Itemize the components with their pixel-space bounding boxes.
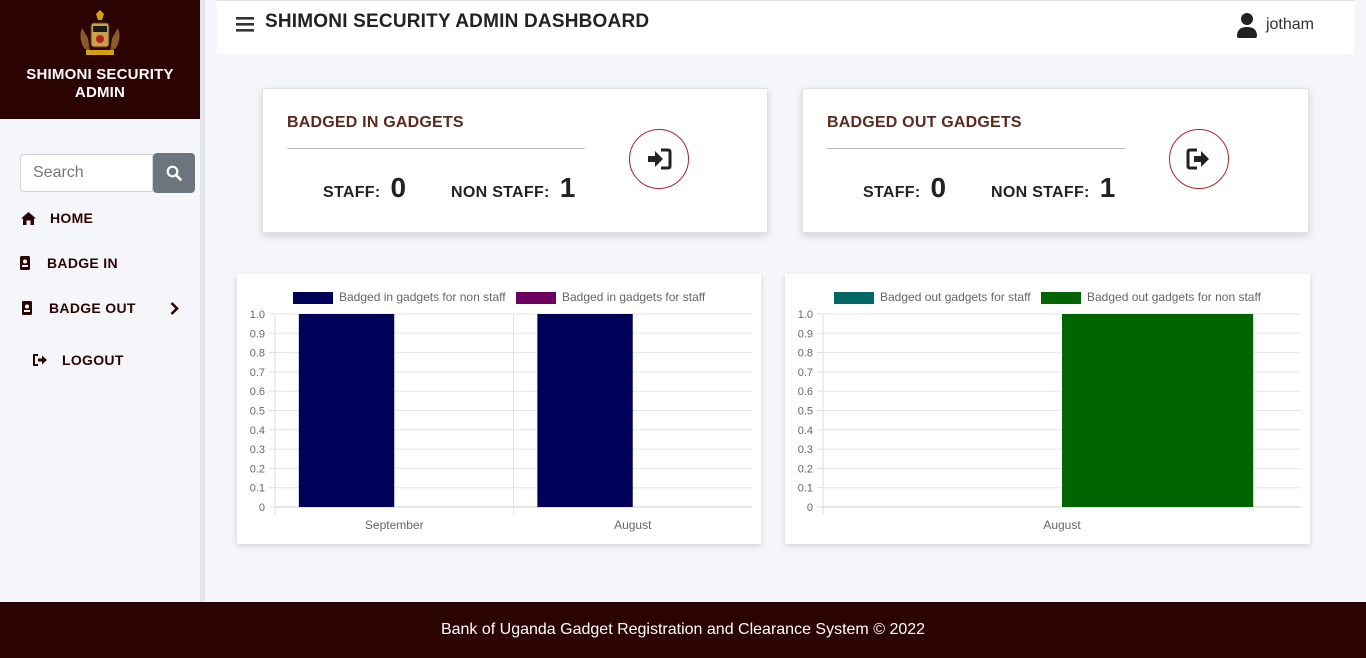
y-tick-label: 0.9 xyxy=(798,328,813,340)
legend-label: Badged out gadgets for staff xyxy=(880,290,1031,304)
sidebar-item-label: BADGE OUT xyxy=(49,300,136,316)
bar xyxy=(537,314,633,507)
bar xyxy=(298,314,395,507)
staff-label: STAFF: xyxy=(863,184,921,201)
y-tick-label: 0.2 xyxy=(250,463,265,475)
sidebar-item-badge-out[interactable]: BADGE OUT xyxy=(19,300,179,316)
y-tick-label: 0 xyxy=(259,502,265,514)
sign-out-icon xyxy=(32,354,48,366)
nonstaff-stat: NON STAFF: 1 xyxy=(991,172,1115,204)
legend-label: Badged out gadgets for non staff xyxy=(1087,290,1262,304)
y-tick-label: 0.7 xyxy=(250,367,265,379)
nonstaff-value: 1 xyxy=(1099,172,1116,203)
sign-in-icon xyxy=(648,148,672,170)
y-tick-label: 0.8 xyxy=(798,348,813,360)
sidebar-search xyxy=(20,153,195,193)
chevron-right-icon xyxy=(170,301,179,315)
sidebar-item-home[interactable]: HOME xyxy=(20,210,93,226)
card-divider xyxy=(827,148,1125,149)
search-icon xyxy=(166,165,182,181)
y-tick-label: 0 xyxy=(807,502,813,514)
staff-stat: STAFF: 0 xyxy=(323,172,406,204)
menu-toggle-icon[interactable] xyxy=(236,16,254,37)
badged-out-chart: Badged out gadgets for staff Badged out g… xyxy=(798,290,1301,532)
y-tick-label: 0.3 xyxy=(798,444,813,456)
staff-stat: STAFF: 0 xyxy=(863,172,946,204)
sidebar-item-label: HOME xyxy=(50,210,94,226)
y-tick-label: 0.1 xyxy=(250,483,265,495)
top-header: SHIMONI SECURITY ADMIN DASHBOARD jotham xyxy=(217,0,1354,54)
page-title: SHIMONI SECURITY ADMIN DASHBOARD xyxy=(265,11,650,32)
card-title: BADGED OUT GADGETS xyxy=(827,114,1022,131)
brand-name: SHIMONI SECURITY ADMIN xyxy=(26,66,173,102)
staff-label: STAFF: xyxy=(323,184,381,201)
legend-label: Badged in gadgets for staff xyxy=(562,290,706,304)
user-icon xyxy=(1236,13,1257,38)
y-tick-label: 0.6 xyxy=(798,386,813,398)
y-tick-label: 0.4 xyxy=(250,425,265,437)
card-divider xyxy=(287,148,585,149)
nonstaff-stat: NON STAFF: 1 xyxy=(451,172,575,204)
badge-out-button[interactable] xyxy=(1169,129,1229,189)
sidebar-item-label: BADGE IN xyxy=(47,255,118,271)
y-tick-label: 0.8 xyxy=(250,348,265,360)
x-tick-label: August xyxy=(614,518,652,532)
coat-of-arms-logo xyxy=(80,10,120,55)
id-badge-icon xyxy=(19,301,35,315)
nonstaff-label: NON STAFF: xyxy=(991,184,1090,201)
brand: SHIMONI SECURITY ADMIN xyxy=(0,0,200,119)
sidebar: SHIMONI SECURITY ADMIN HOME BADGE IN xyxy=(0,0,205,602)
y-tick-label: 0.5 xyxy=(798,406,813,418)
brand-line-1: SHIMONI SECURITY xyxy=(26,66,174,83)
footer-text: Bank of Uganda Gadget Registration and C… xyxy=(440,621,926,638)
sidebar-item-logout[interactable]: LOGOUT xyxy=(32,352,124,368)
username: jotham xyxy=(1265,16,1314,33)
nonstaff-label: NON STAFF: xyxy=(451,184,550,201)
y-tick-label: 1.0 xyxy=(798,309,813,321)
card-title: BADGED IN GADGETS xyxy=(287,114,464,131)
y-tick-label: 0.1 xyxy=(798,483,813,495)
search-button[interactable] xyxy=(153,153,195,193)
legend-swatch xyxy=(293,292,333,304)
legend-swatch xyxy=(834,292,874,304)
user-menu[interactable]: jotham xyxy=(1236,12,1314,38)
nonstaff-value: 1 xyxy=(559,172,576,203)
footer: Bank of Uganda Gadget Registration and C… xyxy=(0,602,1366,658)
y-tick-label: 0.5 xyxy=(250,406,265,418)
y-tick-label: 0.6 xyxy=(250,386,265,398)
badged-out-card: BADGED OUT GADGETS STAFF: 0 NON STAFF: 1 xyxy=(802,88,1309,233)
search-input[interactable] xyxy=(20,154,153,192)
brand-line-2: ADMIN xyxy=(74,84,126,101)
home-icon xyxy=(20,211,36,225)
y-tick-label: 0.3 xyxy=(250,444,265,456)
y-tick-label: 0.7 xyxy=(798,367,813,379)
x-tick-label: August xyxy=(1043,518,1081,532)
y-tick-label: 0.2 xyxy=(798,463,813,475)
badged-in-chart-card: Badged in gadgets for non staff Badged in… xyxy=(237,274,761,544)
sidebar-item-label: LOGOUT xyxy=(62,352,124,368)
legend-label: Badged in gadgets for non staff xyxy=(339,290,506,304)
y-tick-label: 1.0 xyxy=(250,309,265,321)
legend-swatch xyxy=(1041,292,1081,304)
badged-in-chart: Badged in gadgets for non staff Badged in… xyxy=(250,290,752,532)
y-tick-label: 0.9 xyxy=(250,328,265,340)
y-tick-label: 0.4 xyxy=(798,425,813,437)
badge-in-button[interactable] xyxy=(629,129,689,189)
bar xyxy=(1062,314,1254,507)
legend-swatch xyxy=(516,292,556,304)
id-badge-icon xyxy=(17,256,33,270)
sidebar-item-badge-in[interactable]: BADGE IN xyxy=(17,255,118,271)
badged-out-chart-card: Badged out gadgets for staff Badged out g… xyxy=(785,274,1310,544)
sign-out-icon xyxy=(1186,148,1209,170)
x-tick-label: September xyxy=(365,518,424,532)
staff-value: 0 xyxy=(930,172,947,203)
staff-value: 0 xyxy=(390,172,407,203)
badged-in-card: BADGED IN GADGETS STAFF: 0 NON STAFF: 1 xyxy=(262,88,768,233)
